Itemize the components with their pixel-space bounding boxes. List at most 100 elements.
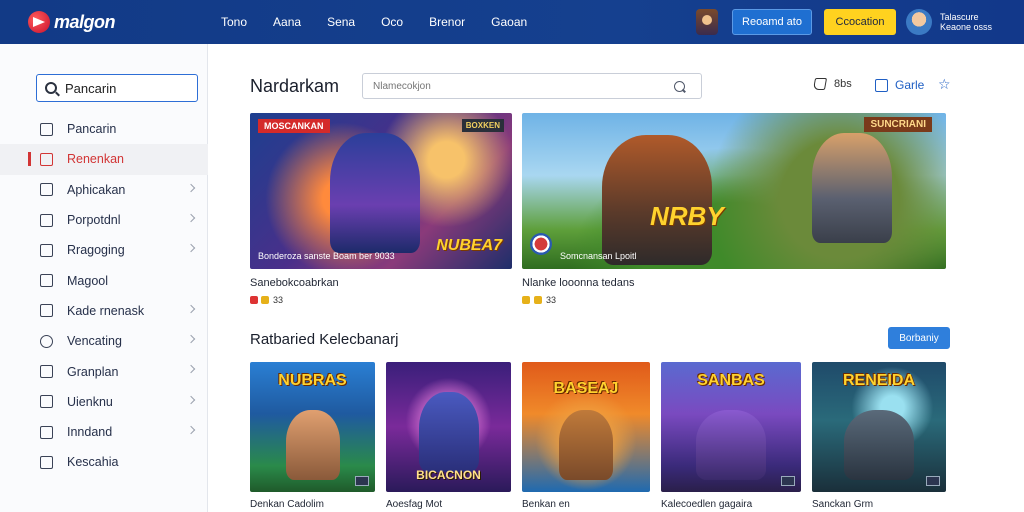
- logo-text: malgon: [54, 11, 116, 32]
- logo[interactable]: malgon: [28, 7, 168, 37]
- game-card[interactable]: NUBRAS: [250, 362, 375, 492]
- card-title[interactable]: Kalecoedlen gagaira: [661, 499, 752, 510]
- main-search[interactable]: [362, 73, 702, 99]
- card-title[interactable]: Benkan en: [522, 499, 570, 510]
- hero-character-image: [602, 135, 712, 265]
- hero-character-image: [330, 133, 420, 253]
- card-title[interactable]: Aoesfag Mot: [386, 499, 442, 510]
- sidebar-item-label: Magool: [67, 273, 108, 288]
- nav-link-5[interactable]: Brenor: [416, 15, 478, 29]
- game-logo: NUBEA7: [436, 237, 502, 254]
- sidebar-item-vencating[interactable]: Vencating: [0, 326, 208, 356]
- chevron-right-icon: [186, 365, 196, 374]
- fire-icon: [40, 152, 53, 166]
- bell-icon: [40, 455, 53, 469]
- card-title[interactable]: Denkan Cadolim: [250, 499, 324, 510]
- sidebar-item-label: Inndand: [67, 425, 113, 440]
- main-search-input[interactable]: [373, 80, 653, 92]
- search-icon[interactable]: [674, 81, 685, 92]
- card-logo: RENEIDA: [842, 372, 915, 389]
- game-link[interactable]: Garle: [875, 78, 924, 92]
- check-icon: [40, 274, 53, 288]
- chevron-right-icon: [186, 243, 196, 253]
- featured-banner-1[interactable]: MOSCANKAN BOXKEN NUBEA7 Bonderoza sanste…: [250, 113, 512, 269]
- sidebar-item-granplan[interactable]: Granplan: [0, 356, 208, 386]
- image-icon: [40, 365, 53, 379]
- nav-link-4[interactable]: Oco: [368, 15, 416, 29]
- game-logo: NRBY: [650, 201, 724, 231]
- sidebar-item-label: Pancarin: [67, 122, 117, 137]
- sidebar-item-porpotdnl[interactable]: Porpotdnl: [0, 205, 208, 235]
- card-title[interactable]: Sanckan Grm: [812, 499, 873, 510]
- nav-link-2[interactable]: Aana: [260, 15, 314, 29]
- sidebar-item-inndand[interactable]: Inndand: [0, 417, 208, 447]
- sidebar-search[interactable]: [36, 74, 198, 102]
- calendar-icon: [40, 122, 53, 136]
- banner-caption: Bonderoza sanste Boam ber 9033: [258, 251, 395, 261]
- banner-badge: MOSCANKAN: [258, 119, 330, 133]
- coin-icon: [534, 296, 542, 304]
- like-control[interactable]: 8bs: [812, 78, 852, 90]
- page-title: Nardarkam: [250, 76, 340, 96]
- primary-action-button[interactable]: Reoamd ato: [732, 9, 812, 35]
- game-card[interactable]: RENEIDA: [812, 362, 946, 492]
- platform-icon: [355, 476, 369, 486]
- top-bar: malgon Tono Aana Sena Oco Brenor Gaoan R…: [0, 0, 1024, 44]
- game-card[interactable]: BASEAJ: [522, 362, 650, 492]
- user-avatar[interactable]: [906, 9, 932, 35]
- top-right: Reoamd ato Ccocation Talascure Keaone os…: [696, 0, 1024, 44]
- thumbs-up-icon: [812, 78, 828, 90]
- document-icon: [40, 213, 53, 227]
- section-title: Ratbaried Kelecbanarj: [250, 331, 399, 348]
- sidebar-item-label: Aphicakan: [67, 182, 126, 197]
- sidebar-item-kade-rnenask[interactable]: Kade rnenask: [0, 296, 208, 326]
- coin-icon: [261, 296, 269, 304]
- chevron-right-icon: [186, 395, 196, 404]
- sidebar-menu: Pancarin Renenkan Aphicakan Porpotdnl Rr…: [0, 114, 208, 478]
- game-card[interactable]: SANBAS: [661, 362, 801, 492]
- tag-icon: [40, 243, 53, 257]
- character-avatar[interactable]: [696, 9, 718, 35]
- see-all-button[interactable]: Borbaniy: [888, 327, 950, 349]
- nav-link-1[interactable]: Tono: [208, 15, 260, 29]
- card-character-image: [559, 410, 613, 480]
- sidebar-item-aphicakan[interactable]: Aphicakan: [0, 175, 208, 205]
- game-card[interactable]: BICACNON: [386, 362, 511, 492]
- featured-count: 33: [273, 295, 284, 305]
- secondary-action-button[interactable]: Ccocation: [824, 9, 896, 35]
- like-count: 8bs: [834, 78, 852, 90]
- rating-icon: [250, 296, 258, 304]
- sidebar-item-pancarin[interactable]: Pancarin: [0, 114, 208, 144]
- sidebar-item-kescahia[interactable]: Kescahia: [0, 447, 208, 477]
- sidebar-item-magool[interactable]: Magool: [0, 265, 208, 295]
- search-icon: [45, 82, 57, 94]
- sidebar-item-renenkan[interactable]: Renenkan: [0, 144, 208, 175]
- featured-meta-2: 33: [522, 295, 556, 305]
- sidebar: Pancarin Renenkan Aphicakan Porpotdnl Rr…: [0, 44, 208, 512]
- main-content: Nardarkam 8bs Garle ☆ MOSCANKAN BOXKEN N…: [208, 44, 1024, 512]
- sidebar-item-label: Uienknu: [67, 394, 113, 409]
- star-icon[interactable]: ☆: [938, 77, 952, 91]
- game-label: Garle: [895, 78, 925, 92]
- featured-title-2[interactable]: Nlanke looonna tedans: [522, 277, 635, 289]
- sidebar-search-input[interactable]: [65, 80, 185, 96]
- user-info[interactable]: Talascure Keaone osss: [940, 12, 1002, 32]
- sidebar-item-uienknu[interactable]: Uienknu: [0, 387, 208, 417]
- sidebar-item-label: Granplan: [67, 364, 119, 379]
- platform-icon: [781, 476, 795, 486]
- nav-link-6[interactable]: Gaoan: [478, 15, 540, 29]
- sidebar-item-label: Kescahia: [67, 455, 119, 470]
- sidebar-item-rragoging[interactable]: Rragoging: [0, 235, 208, 265]
- window-icon: [40, 183, 53, 197]
- banner-brand: SUNCRIANI: [864, 117, 932, 132]
- publisher-icon: [530, 233, 552, 255]
- nav-link-3[interactable]: Sena: [314, 15, 368, 29]
- sidebar-item-label: Vencating: [67, 334, 122, 349]
- chevron-right-icon: [186, 425, 196, 435]
- home-icon: [40, 304, 53, 318]
- chevron-right-icon: [186, 334, 196, 344]
- featured-banner-2[interactable]: SUNCRIANI NRBY Somcnansan Lpoitl: [522, 113, 946, 269]
- card-logo: SANBAS: [697, 372, 765, 389]
- card-character-image: [418, 392, 479, 472]
- featured-title-1[interactable]: Sanebokcoabrkan: [250, 277, 339, 289]
